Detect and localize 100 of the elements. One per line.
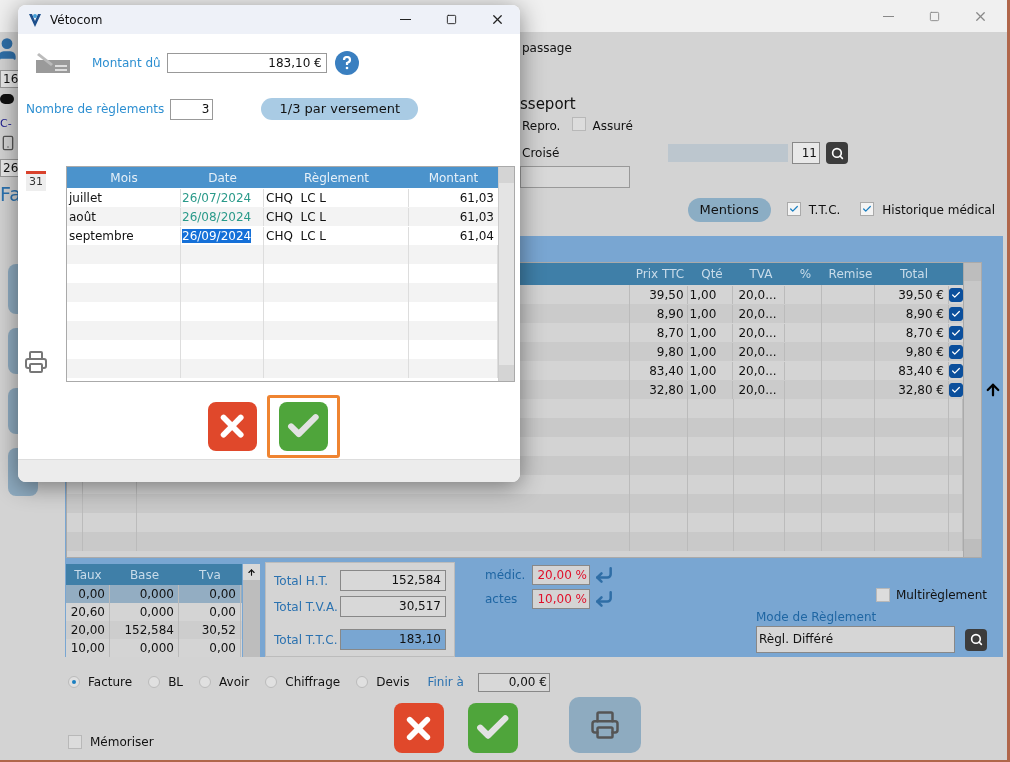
check-icon bbox=[951, 384, 961, 395]
checkbox[interactable] bbox=[860, 202, 875, 216]
date-cell[interactable]: 26/07/2024 bbox=[182, 190, 252, 205]
checkbox[interactable] bbox=[68, 735, 82, 749]
passage-label: passage bbox=[521, 40, 573, 56]
check-icon bbox=[951, 365, 961, 376]
scrollbar[interactable] bbox=[963, 263, 981, 557]
cancel-button[interactable] bbox=[393, 703, 444, 753]
search-icon bbox=[969, 633, 983, 646]
radio-button[interactable] bbox=[199, 676, 212, 688]
column-header[interactable]: % bbox=[787, 265, 824, 283]
table-cell: 1,00 bbox=[687, 285, 734, 304]
scrollbar[interactable] bbox=[498, 167, 514, 381]
checkbox[interactable] bbox=[949, 287, 963, 302]
checkbox-label: Mémoriser bbox=[90, 734, 154, 751]
column-header[interactable]: Qté bbox=[689, 265, 735, 283]
column-header[interactable]: TVA bbox=[735, 265, 787, 283]
arrow-up-icon[interactable] bbox=[247, 567, 256, 577]
checkbox-label: T.T.C. bbox=[808, 202, 841, 219]
column-header[interactable]: Remise bbox=[824, 265, 877, 283]
text-field[interactable] bbox=[520, 166, 630, 188]
text-field[interactable]: 26 bbox=[0, 158, 20, 177]
table-row[interactable]: 10,00 0,000 0,00 bbox=[66, 639, 242, 657]
search-button[interactable] bbox=[965, 628, 987, 651]
table-cell: 20,0... bbox=[733, 342, 786, 361]
column-header[interactable]: Taux bbox=[66, 565, 110, 584]
table-row[interactable]: 20,00 152,584 30,52 bbox=[66, 621, 242, 639]
printer-icon bbox=[589, 710, 620, 740]
radio-label: Devis bbox=[376, 674, 410, 691]
checkbox-label: Assuré bbox=[592, 118, 633, 135]
total-label: Total T.V.A. bbox=[274, 598, 338, 616]
maximize-icon bbox=[445, 14, 457, 25]
table-cell: CHQ LC L bbox=[264, 188, 409, 207]
column-header[interactable]: Montant bbox=[409, 168, 498, 187]
column-header[interactable]: Mois bbox=[67, 168, 181, 187]
payment-mode-field[interactable]: Règl. Différé bbox=[756, 626, 955, 653]
search-button[interactable] bbox=[826, 142, 848, 164]
column-header[interactable]: Tva bbox=[179, 565, 241, 584]
date-cell[interactable]: 26/08/2024 bbox=[182, 209, 252, 224]
rate-field[interactable]: 20,00 % bbox=[532, 565, 590, 585]
radio-button[interactable] bbox=[68, 676, 80, 688]
column-header[interactable]: Prix TTC bbox=[631, 265, 689, 283]
checkbox[interactable] bbox=[786, 202, 801, 216]
radio-button[interactable] bbox=[148, 676, 161, 688]
checkbox[interactable] bbox=[949, 344, 963, 359]
count-field[interactable]: 3 bbox=[170, 98, 214, 120]
radio-button[interactable] bbox=[356, 676, 369, 688]
date-cell[interactable]: 26/09/2024 bbox=[182, 228, 252, 243]
table-cell-text: 61,03 bbox=[458, 208, 495, 226]
table-cell: 20,0... bbox=[733, 304, 786, 323]
label-text: C- bbox=[0, 116, 12, 132]
radio-label: Avoir bbox=[219, 674, 250, 691]
table-cell: 32,80 bbox=[629, 380, 688, 399]
return-arrow-icon[interactable] bbox=[594, 589, 614, 609]
table-cell: 8,70 bbox=[629, 323, 688, 342]
checkbox[interactable] bbox=[875, 588, 890, 602]
ok-button[interactable] bbox=[467, 703, 518, 753]
return-arrow-icon[interactable] bbox=[594, 565, 614, 585]
checkbox[interactable] bbox=[572, 116, 587, 131]
table-cell: août bbox=[67, 207, 181, 226]
print-button[interactable] bbox=[568, 697, 641, 753]
radio-label: Facture bbox=[88, 674, 133, 691]
repro-label: Repro. bbox=[522, 118, 561, 135]
rate-field[interactable]: 10,00 % bbox=[532, 589, 590, 609]
rate-label: actes bbox=[485, 591, 519, 608]
checkbox[interactable] bbox=[949, 325, 963, 340]
column-header[interactable]: Règlement bbox=[264, 168, 409, 187]
checkbox[interactable] bbox=[949, 363, 963, 378]
ok-button[interactable] bbox=[279, 402, 328, 451]
mentions-button[interactable]: Mentions bbox=[687, 198, 771, 222]
checkbox[interactable] bbox=[949, 382, 963, 397]
split-button[interactable]: 1/3 par versement bbox=[261, 98, 419, 120]
check-icon bbox=[862, 204, 873, 214]
total-field: 183,10 bbox=[340, 629, 446, 650]
table-row[interactable]: 20,60 0,000 0,00 bbox=[66, 603, 242, 621]
table-cell: 20,0... bbox=[733, 285, 786, 304]
window-title: Vétocom bbox=[50, 11, 103, 29]
minimize-icon bbox=[399, 19, 411, 20]
column-header[interactable]: Base bbox=[110, 565, 179, 584]
table-cell: 20,0... bbox=[733, 380, 786, 399]
cancel-button[interactable] bbox=[208, 402, 257, 451]
table-row[interactable]: 0,00 0,000 0,00 bbox=[66, 585, 242, 603]
checkbox[interactable] bbox=[949, 306, 963, 321]
help-button[interactable] bbox=[334, 51, 359, 75]
table-cell: 1,00 bbox=[687, 323, 734, 342]
finish-field[interactable]: 0,00 € bbox=[477, 672, 550, 692]
radio-button[interactable] bbox=[265, 676, 278, 688]
field-label: Montant dû bbox=[92, 55, 161, 72]
table-cell: 0,00 bbox=[179, 639, 241, 657]
text-field[interactable]: 16 bbox=[0, 70, 20, 88]
phone-icon bbox=[0, 134, 16, 151]
field-label: Nombre de règlements bbox=[26, 101, 165, 118]
printer-icon[interactable] bbox=[24, 350, 48, 374]
total-label: Total H.T. bbox=[274, 572, 329, 590]
scrollbar[interactable] bbox=[243, 564, 260, 657]
radio-label: Chiffrage bbox=[285, 674, 341, 691]
number-field[interactable]: 11 bbox=[792, 142, 820, 164]
column-header[interactable]: Total bbox=[877, 265, 951, 283]
column-header[interactable]: Date bbox=[181, 168, 264, 187]
help-icon bbox=[341, 56, 352, 70]
